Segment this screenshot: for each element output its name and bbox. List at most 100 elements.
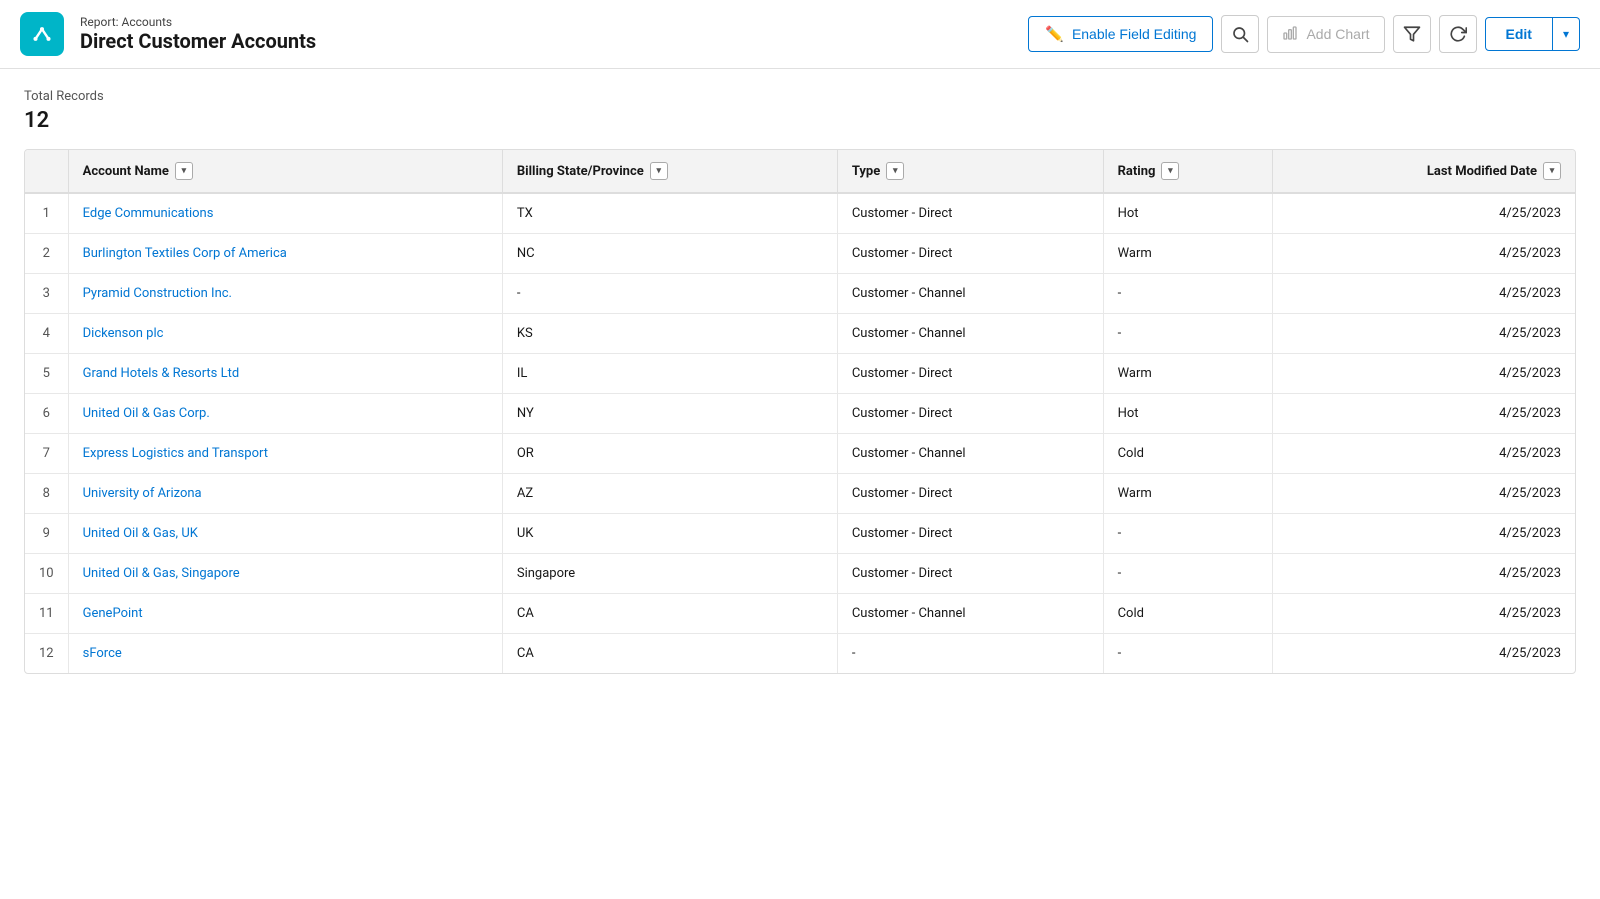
row-last-modified: 4/25/2023 [1272,274,1575,314]
account-name-link[interactable]: Burlington Textiles Corp of America [83,246,287,261]
row-rating: - [1103,514,1272,554]
row-billing-state: Singapore [502,554,837,594]
account-name-link[interactable]: United Oil & Gas, UK [83,526,198,541]
account-name-link[interactable]: University of Arizona [83,486,202,501]
account-name-link[interactable]: Grand Hotels & Resorts Ltd [83,366,240,381]
row-rating: Hot [1103,193,1272,234]
refresh-button[interactable] [1439,15,1477,53]
row-rating: - [1103,274,1272,314]
col-type: Type ▾ [837,150,1103,193]
page-header: Report: Accounts Direct Customer Account… [0,0,1600,69]
add-chart-label: Add Chart [1306,26,1369,42]
table-row: 4Dickenson plcKSCustomer - Channel-4/25/… [25,314,1575,354]
account-name-link[interactable]: United Oil & Gas, Singapore [83,566,240,581]
total-records-value: 12 [24,108,1576,133]
row-account-name: GenePoint [68,594,502,634]
row-rating: - [1103,634,1272,674]
header-actions: ✏️ Enable Field Editing Add Chart [1028,15,1580,53]
account-name-link[interactable]: Dickenson plc [83,326,164,341]
edit-button[interactable]: Edit [1485,17,1553,51]
title-block: Report: Accounts Direct Customer Account… [80,15,1012,53]
row-rating: - [1103,314,1272,354]
row-billing-state: NY [502,394,837,434]
row-billing-state: KS [502,314,837,354]
row-account-name: Edge Communications [68,193,502,234]
row-type: Customer - Direct [837,193,1103,234]
table-body: 1Edge CommunicationsTXCustomer - DirectH… [25,193,1575,673]
row-billing-state: AZ [502,474,837,514]
row-billing-state: IL [502,354,837,394]
row-account-name: sForce [68,634,502,674]
table-row: 10United Oil & Gas, SingaporeSingaporeCu… [25,554,1575,594]
row-last-modified: 4/25/2023 [1272,474,1575,514]
add-chart-icon [1282,25,1298,44]
search-button[interactable] [1221,15,1259,53]
table-row: 7 Express Logistics and Transport ORCustom… [25,434,1575,474]
row-rating: Cold [1103,434,1272,474]
row-billing-state: - [502,274,837,314]
enable-field-editing-label: Enable Field Editing [1072,26,1197,42]
account-name-link[interactable]: Edge Communications [83,206,214,221]
accounts-table-wrap: Account Name ▾ Billing State/Province ▾ … [24,149,1576,674]
row-billing-state: OR [502,434,837,474]
add-chart-button[interactable]: Add Chart [1267,16,1384,53]
row-number: 11 [25,594,68,634]
table-row: 12sForceCA--4/25/2023 [25,634,1575,674]
row-number: 7 [25,434,68,474]
account-name-link[interactable]: United Oil & Gas Corp. [83,406,210,421]
row-rating: Warm [1103,354,1272,394]
account-name-link[interactable]: sForce [83,646,122,661]
sort-billing-state-button[interactable]: ▾ [650,162,668,180]
accounts-table: Account Name ▾ Billing State/Province ▾ … [25,150,1575,673]
row-account-name: United Oil & Gas, Singapore [68,554,502,594]
col-rating: Rating ▾ [1103,150,1272,193]
sort-last-modified-button[interactable]: ▾ [1543,162,1561,180]
row-account-name: Express Logistics and Transport [68,434,502,474]
col-account-name: Account Name ▾ [68,150,502,193]
row-type: Customer - Direct [837,514,1103,554]
row-last-modified: 4/25/2023 [1272,554,1575,594]
row-last-modified: 4/25/2023 [1272,594,1575,634]
row-type: Customer - Direct [837,394,1103,434]
table-row: 9United Oil & Gas, UKUKCustomer - Direct… [25,514,1575,554]
filter-button[interactable] [1393,15,1431,53]
account-name-link[interactable]: Pyramid Construction Inc. [83,286,232,301]
account-name-link[interactable]: GenePoint [83,606,143,621]
row-last-modified: 4/25/2023 [1272,514,1575,554]
col-account-name-label: Account Name [83,164,169,179]
row-number: 2 [25,234,68,274]
row-billing-state: UK [502,514,837,554]
row-number: 12 [25,634,68,674]
row-billing-state: NC [502,234,837,274]
row-number: 5 [25,354,68,394]
col-row-num [25,150,68,193]
edit-chevron-button[interactable]: ▾ [1553,17,1580,51]
col-billing-state-label: Billing State/Province [517,164,644,179]
row-account-name: United Oil & Gas, UK [68,514,502,554]
sort-rating-button[interactable]: ▾ [1161,162,1179,180]
row-type: Customer - Direct [837,474,1103,514]
total-records-label: Total Records [24,89,1576,104]
row-last-modified: 4/25/2023 [1272,394,1575,434]
sort-type-button[interactable]: ▾ [886,162,904,180]
row-type: Customer - Direct [837,234,1103,274]
report-title: Direct Customer Accounts [80,29,1012,53]
account-name-link[interactable]: Express Logistics and Transport [83,446,268,461]
row-rating: - [1103,554,1272,594]
row-last-modified: 4/25/2023 [1272,354,1575,394]
row-account-name: Burlington Textiles Corp of America [68,234,502,274]
row-type: Customer - Channel [837,434,1103,474]
chevron-down-icon: ▾ [1563,27,1569,41]
row-rating: Warm [1103,234,1272,274]
sort-account-name-button[interactable]: ▾ [175,162,193,180]
row-billing-state: CA [502,594,837,634]
table-row: 6 United Oil & Gas Corp. NYCustomer - Dire… [25,394,1575,434]
app-logo [20,12,64,56]
row-number: 6 [25,394,68,434]
table-row: 11GenePointCACustomer - ChannelCold4/25/… [25,594,1575,634]
row-number: 1 [25,193,68,234]
col-last-modified: Last Modified Date ▾ [1272,150,1575,193]
enable-field-editing-button[interactable]: ✏️ Enable Field Editing [1028,16,1213,52]
row-last-modified: 4/25/2023 [1272,314,1575,354]
row-account-name: Dickenson plc [68,314,502,354]
